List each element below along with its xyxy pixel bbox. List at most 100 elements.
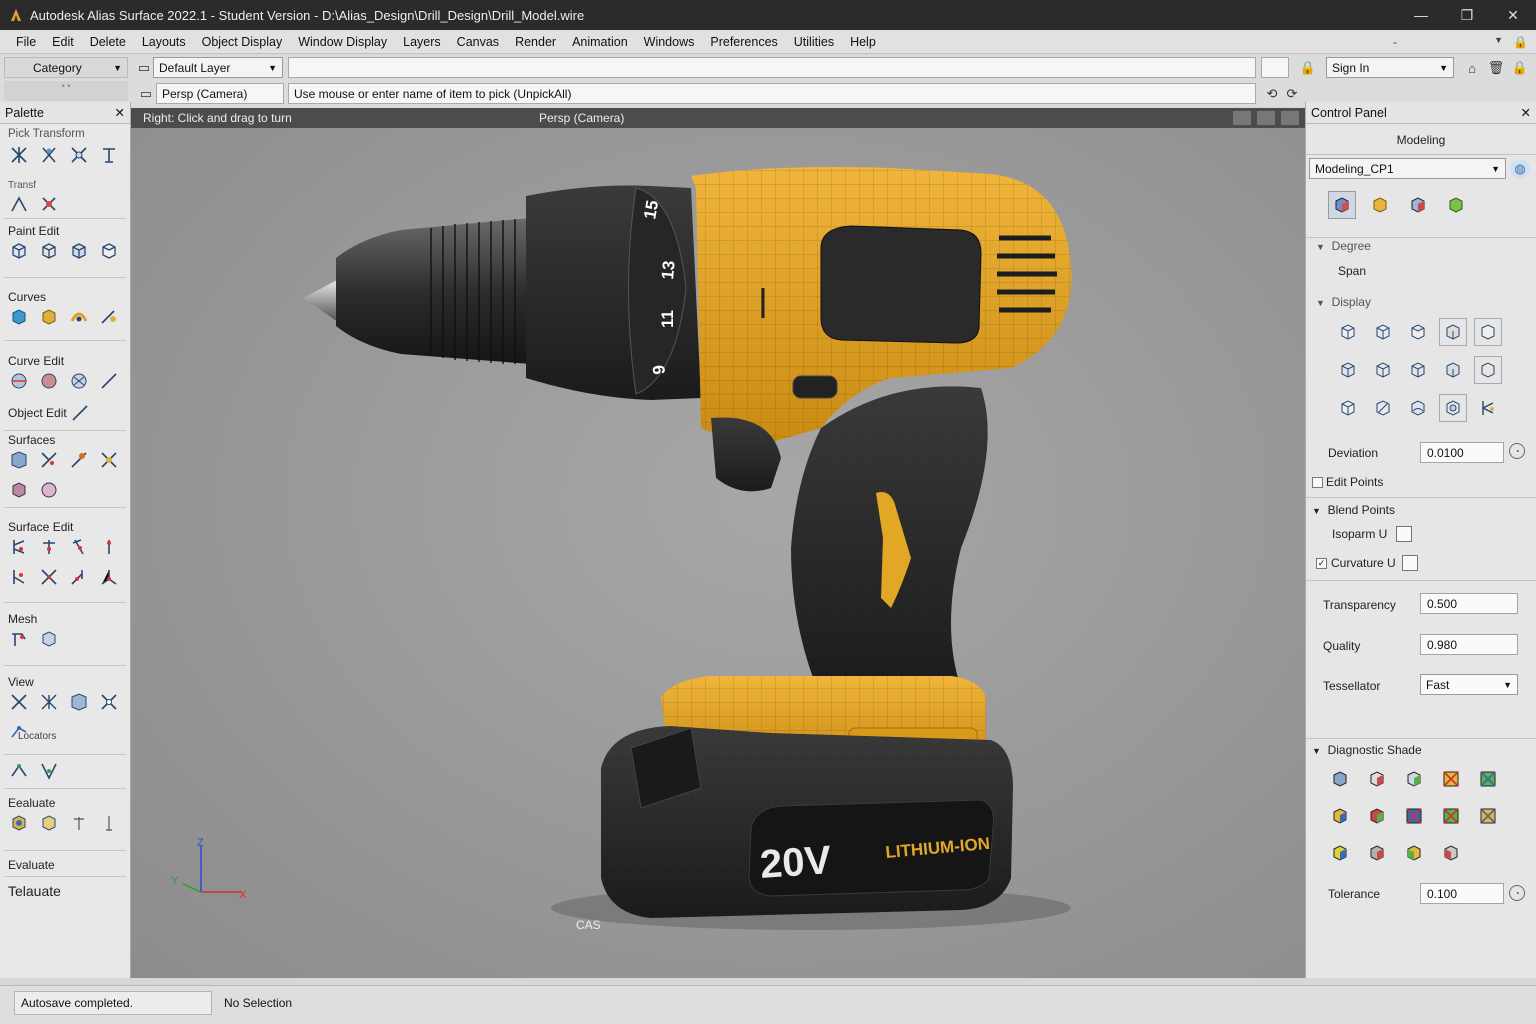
diag-shade-6-icon[interactable] <box>1326 802 1354 830</box>
viewport-grid-icon[interactable] <box>1257 111 1275 125</box>
evaluate-ball-icon[interactable] <box>8 812 30 834</box>
blend-points-section[interactable]: ▼ Blend Points <box>1312 503 1395 517</box>
surface-primitive-cube-icon[interactable] <box>8 479 30 501</box>
surface-primitive-sphere-icon[interactable] <box>38 479 60 501</box>
lock-small-icon[interactable]: 🔒 <box>1510 58 1530 78</box>
display-curvature-icon[interactable] <box>1404 394 1432 422</box>
surface-edit-3-icon[interactable] <box>68 536 90 558</box>
curve-spark-icon[interactable] <box>68 306 90 328</box>
red-blue-shade-icon[interactable] <box>1404 191 1432 219</box>
paint-cube-icon[interactable] <box>8 240 30 262</box>
modeling-viewport[interactable]: Right: Click and drag to turn Persp (Cam… <box>131 108 1305 978</box>
deviation-input[interactable]: 0.0100 <box>1420 442 1504 463</box>
viewport-maximize-icon[interactable] <box>1281 111 1299 125</box>
tolerance-dial-icon[interactable]: ◔ <box>1509 885 1525 901</box>
camera-field[interactable]: Persp (Camera) <box>156 83 284 104</box>
display-cv-icon[interactable] <box>1334 356 1362 384</box>
paint-cube-4-icon[interactable] <box>98 240 120 262</box>
gold-shade-icon[interactable] <box>1366 191 1394 219</box>
view-dolly-icon[interactable] <box>68 691 90 713</box>
mesh-tool-icon[interactable] <box>8 628 30 650</box>
diag-shade-10-icon[interactable] <box>1474 802 1502 830</box>
diag-shade-3-icon[interactable] <box>1400 765 1428 793</box>
transform-icon[interactable] <box>98 144 120 166</box>
degree-section[interactable]: ▼ Degree <box>1316 239 1371 253</box>
deviation-dial-icon[interactable]: ◔ <box>1509 443 1525 459</box>
diag-shade-5-icon[interactable] <box>1474 765 1502 793</box>
move-icon[interactable] <box>8 193 30 215</box>
menu-file[interactable]: File <box>8 35 44 49</box>
lock-icon[interactable]: 🔒 <box>1513 35 1528 49</box>
trash-icon[interactable]: 🗑 <box>1486 58 1506 78</box>
palette-close-icon[interactable]: ✕ <box>115 105 125 120</box>
curvature-checkbox[interactable]: ✓ <box>1316 558 1327 569</box>
display-sphere-icon[interactable] <box>1439 394 1467 422</box>
curve-edit-sphere-icon[interactable] <box>8 370 30 392</box>
diag-shade-7-icon[interactable] <box>1363 802 1391 830</box>
surface-rail-icon[interactable] <box>68 449 90 471</box>
padlock-icon[interactable]: 🔒 <box>1298 58 1318 78</box>
display-edit-pt-icon[interactable] <box>1404 356 1432 384</box>
surface-blend-icon[interactable] <box>98 449 120 471</box>
diag-shade-11-icon[interactable] <box>1326 839 1354 867</box>
paint-cube-3-icon[interactable] <box>68 240 90 262</box>
tolerance-input[interactable]: 0.100 <box>1420 883 1504 904</box>
curve-cube-icon[interactable] <box>8 306 30 328</box>
display-box-2-icon[interactable] <box>1369 318 1397 346</box>
edit-points-checkbox[interactable] <box>1312 477 1323 488</box>
menu-layers[interactable]: Layers <box>395 35 449 49</box>
surface-edit-4-icon[interactable] <box>98 536 120 558</box>
object-edit-line-icon[interactable] <box>69 402 91 424</box>
isoparm-checkbox[interactable] <box>1396 526 1412 542</box>
surface-boundary-icon[interactable] <box>8 449 30 471</box>
surface-edit-1-icon[interactable] <box>8 536 30 558</box>
drill-model[interactable]: 15 13 11 9 20V LITHIUM-ION <box>131 128 1305 978</box>
paint-cube-2-icon[interactable] <box>38 240 60 262</box>
diag-shade-12-icon[interactable] <box>1363 839 1391 867</box>
surface-edit-8-icon[interactable] <box>98 566 120 588</box>
evaluate-measure-icon[interactable] <box>98 812 120 834</box>
display-box-3-icon[interactable] <box>1404 318 1432 346</box>
multi-color-shade-icon[interactable] <box>1328 191 1356 219</box>
display-box-5-icon[interactable] <box>1474 318 1502 346</box>
curve-gold-icon[interactable] <box>38 306 60 328</box>
mesh-cube-icon[interactable] <box>38 628 60 650</box>
maximize-button[interactable]: ❐ <box>1444 0 1490 30</box>
undo-pick-icon[interactable]: ⟲ <box>1262 84 1282 104</box>
pick-object-icon[interactable] <box>8 144 30 166</box>
rotate-icon[interactable] <box>38 193 60 215</box>
diag-shade-14-icon[interactable] <box>1437 839 1465 867</box>
locator-distance-icon[interactable] <box>8 760 30 782</box>
display-tangent-icon[interactable] <box>1369 394 1397 422</box>
display-patch-icon[interactable] <box>1474 356 1502 384</box>
diag-shade-1-icon[interactable] <box>1326 765 1354 793</box>
camera-icon[interactable]: ▭ <box>136 84 156 104</box>
transparency-input[interactable]: 0.500 <box>1420 593 1518 614</box>
layer-dropdown[interactable]: Default Layer ▼ <box>153 57 283 78</box>
control-panel-close-icon[interactable]: ✕ <box>1521 105 1531 120</box>
display-normal-icon[interactable] <box>1439 356 1467 384</box>
minimize-button[interactable]: — <box>1398 0 1444 30</box>
menu-canvas[interactable]: Canvas <box>449 35 507 49</box>
curve-edit-line-icon[interactable] <box>98 370 120 392</box>
evaluate-cube-icon[interactable] <box>38 812 60 834</box>
home-icon[interactable]: ⌂ <box>1462 58 1482 78</box>
locator-angle-icon[interactable] <box>38 760 60 782</box>
menu-preferences[interactable]: Preferences <box>702 35 785 49</box>
menu-edit[interactable]: Edit <box>44 35 82 49</box>
display-section[interactable]: ▼ Display <box>1316 295 1371 309</box>
view-tumble-icon[interactable] <box>8 691 30 713</box>
display-arrow-icon[interactable] <box>1474 394 1502 422</box>
menu-window-display[interactable]: Window Display <box>290 35 395 49</box>
surface-edit-6-icon[interactable] <box>38 566 60 588</box>
view-track-icon[interactable] <box>38 691 60 713</box>
curve-pen-icon[interactable] <box>98 306 120 328</box>
quality-input[interactable]: 0.980 <box>1420 634 1518 655</box>
curve-edit-mesh-icon[interactable] <box>68 370 90 392</box>
pick-component-icon[interactable] <box>38 144 60 166</box>
palette-tabs[interactable]: Pick Transform <box>0 128 131 140</box>
display-hull-icon[interactable] <box>1369 356 1397 384</box>
control-panel-preset-dropdown[interactable]: Modeling_CP1 ▼ <box>1309 158 1506 179</box>
diag-shade-9-icon[interactable] <box>1437 802 1465 830</box>
category-dropdown[interactable]: Category ▼ <box>4 57 128 78</box>
